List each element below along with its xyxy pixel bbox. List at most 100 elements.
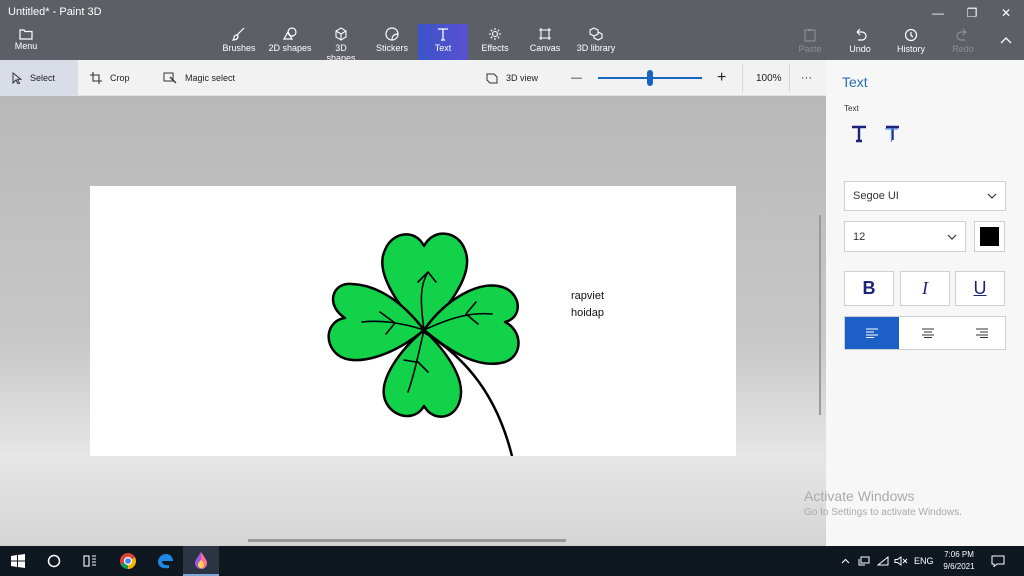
- paste-label: Paste: [798, 44, 822, 54]
- undo-icon: [856, 28, 867, 41]
- search-button[interactable]: [36, 546, 72, 576]
- tool-label: Effects: [481, 43, 509, 53]
- task-view-button[interactable]: [72, 546, 108, 576]
- bold-button[interactable]: B: [844, 271, 894, 306]
- text-color-picker[interactable]: [974, 221, 1005, 252]
- device-icon: [858, 556, 870, 566]
- 2d-text-button[interactable]: [849, 124, 871, 146]
- crop-label: Crop: [110, 73, 130, 83]
- crop-icon: [90, 72, 102, 84]
- more-options-button[interactable]: ···: [801, 60, 812, 96]
- show-hidden-icons-button[interactable]: [841, 546, 850, 576]
- volume-button[interactable]: [894, 546, 908, 576]
- tool-effects[interactable]: Effects: [478, 24, 512, 60]
- canvas-text-line: hoidap: [571, 307, 605, 319]
- zoom-level[interactable]: 100%: [756, 60, 782, 96]
- chrome-icon: [120, 553, 136, 570]
- paint3d-icon: [195, 552, 207, 569]
- 3d-view-button[interactable]: 3D view: [486, 60, 538, 96]
- horizontal-scrollbar[interactable]: [248, 539, 566, 542]
- network-button[interactable]: [877, 546, 889, 576]
- italic-button[interactable]: I: [900, 271, 950, 306]
- paint3d-taskbar-button[interactable]: [183, 546, 219, 576]
- tool-stickers[interactable]: Stickers: [376, 24, 408, 60]
- brush-icon: [232, 27, 245, 41]
- font-size-select[interactable]: 12: [844, 221, 966, 252]
- crop-button[interactable]: Crop: [90, 60, 130, 96]
- selection-toolbar: Select Crop Magic select 3D view — + 100…: [0, 60, 826, 96]
- underline-button[interactable]: U: [955, 271, 1005, 306]
- align-right-button[interactable]: [955, 317, 1009, 349]
- chevron-up-icon: [1000, 37, 1012, 44]
- 2d-shapes-icon: [282, 27, 297, 40]
- 3d-text-button[interactable]: [882, 124, 904, 146]
- magic-select-button[interactable]: Magic select: [163, 60, 235, 96]
- speaker-muted-icon: [894, 556, 908, 566]
- alignment-group: [844, 316, 1006, 350]
- notifications-button[interactable]: [991, 546, 1005, 576]
- drawing-canvas[interactable]: [90, 186, 736, 456]
- minimize-button[interactable]: —: [922, 2, 954, 24]
- zoom-in-button[interactable]: +: [717, 60, 726, 96]
- edge-icon: [158, 554, 173, 569]
- panel-title: Text: [842, 74, 868, 90]
- magic-select-label: Magic select: [185, 73, 236, 83]
- effects-icon: [489, 28, 501, 40]
- search-circle-icon: [47, 554, 61, 568]
- tray-device-button[interactable]: [858, 546, 870, 576]
- history-label: History: [896, 44, 925, 54]
- folder-icon: [19, 29, 33, 40]
- 3d-text-icon: [885, 125, 899, 142]
- chrome-taskbar-button[interactable]: [110, 546, 146, 576]
- redo-label: Redo: [952, 44, 974, 54]
- four-leaf-clover-drawing: [327, 232, 520, 456]
- canvas-icon: [539, 28, 551, 40]
- zoom-slider-thumb[interactable]: [647, 70, 653, 86]
- tool-label: Stickers: [376, 43, 409, 53]
- tool-brushes[interactable]: Brushes: [222, 24, 256, 60]
- font-family-value: Segoe UI: [853, 190, 899, 202]
- zoom-out-button[interactable]: —: [571, 60, 582, 96]
- edge-taskbar-button[interactable]: [147, 546, 183, 576]
- align-left-icon: [866, 328, 878, 338]
- 2d-text-icon: [852, 125, 866, 143]
- tool-label: Canvas: [529, 43, 561, 53]
- font-size-value: 12: [853, 230, 866, 243]
- clock[interactable]: 7:06 PM 9/6/2021: [932, 549, 986, 573]
- font-family-select[interactable]: Segoe UI: [844, 181, 1006, 211]
- undo-button[interactable]: Undo: [846, 26, 874, 58]
- tool-3d-shapes[interactable]: 3D shapes: [320, 24, 362, 63]
- language-indicator[interactable]: ENG: [914, 546, 934, 576]
- align-left-button[interactable]: [845, 317, 899, 349]
- tool-3d-library[interactable]: 3D library: [574, 24, 618, 60]
- select-button[interactable]: Select: [0, 60, 78, 96]
- title-bar: Untitled* - Paint 3D — ❐ ✕ Menu Brushes …: [0, 0, 1024, 63]
- maximize-button[interactable]: ❐: [956, 2, 988, 24]
- paste-button[interactable]: Paste: [796, 26, 824, 58]
- 3d-view-label: 3D view: [506, 73, 539, 83]
- stickers-icon: [385, 27, 399, 41]
- start-button[interactable]: [0, 546, 36, 576]
- divider: [789, 64, 790, 92]
- align-center-button[interactable]: [901, 317, 955, 349]
- chevron-up-icon: [841, 558, 850, 564]
- vertical-scrollbar[interactable]: [819, 215, 821, 415]
- tool-canvas[interactable]: Canvas: [528, 24, 562, 60]
- align-right-icon: [976, 328, 988, 338]
- menu-label: Menu: [14, 41, 38, 51]
- close-button[interactable]: ✕: [990, 2, 1022, 24]
- menu-button[interactable]: Menu: [6, 26, 46, 58]
- history-button[interactable]: History: [894, 26, 928, 58]
- canvas-text-box[interactable]: rapviet hoidap: [571, 288, 604, 322]
- paste-icon: [804, 29, 816, 42]
- clock-date: 9/6/2021: [943, 562, 975, 571]
- tool-text[interactable]: Text: [418, 24, 468, 60]
- tool-2d-shapes[interactable]: 2D shapes: [268, 24, 312, 60]
- activation-watermark-text: Go to Settings to activate Windows.: [804, 507, 962, 518]
- select-label: Select: [30, 73, 56, 83]
- undo-label: Undo: [849, 44, 871, 54]
- chevron-down-icon: [987, 193, 997, 199]
- align-center-icon: [922, 328, 934, 338]
- color-swatch-fill: [980, 227, 999, 246]
- redo-button[interactable]: Redo: [950, 26, 976, 58]
